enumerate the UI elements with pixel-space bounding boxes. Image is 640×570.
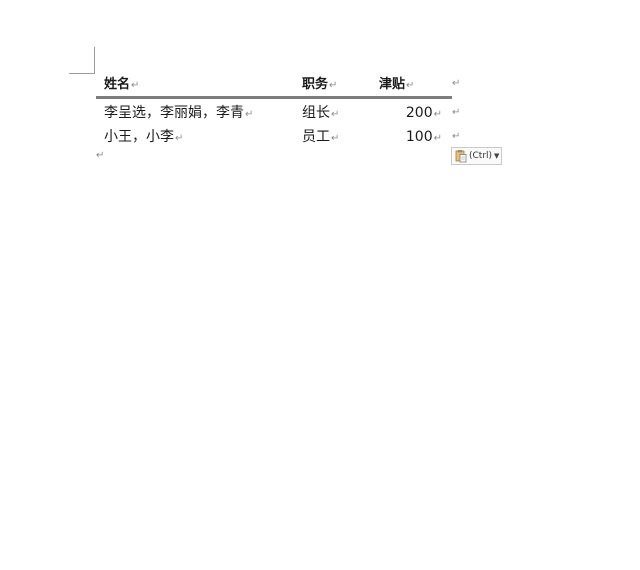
header-label-allowance: 津贴 [379,77,406,92]
cell-text: 100 [405,129,433,145]
paragraph-mark: ↵ [96,150,105,161]
paste-options-label: (Ctrl) [469,151,493,161]
cell-text: 200 [405,105,433,121]
row-end-mark: ↵ [452,131,461,142]
clipboard-paste-icon [455,149,467,163]
cell-text: 员工 [302,129,330,145]
cell-allowance[interactable]: 200↵ [406,101,442,127]
header-label-name: 姓名 [104,77,131,92]
page-corner-mark-vertical [94,47,95,73]
header-cell-name[interactable]: 姓名↵ [104,74,139,97]
document-page[interactable]: 姓名↵ 职务↵ 津贴↵ ↵ 李呈选，李丽娟，李青↵ 组长↵ 200↵ ↵ 小王，… [0,0,640,570]
cell-role[interactable]: 员工↵ [302,125,339,151]
cell-name[interactable]: 小王，小李↵ [104,125,183,151]
cell-end-mark: ↵ [131,80,140,91]
cell-end-mark: ↵ [433,133,442,144]
cell-end-mark: ↵ [245,109,254,120]
dropdown-arrow-icon: ▼ [494,152,500,160]
header-label-role: 职务 [302,77,329,92]
header-cell-role[interactable]: 职务↵ [302,74,337,97]
cell-role[interactable]: 组长↵ [302,101,339,127]
table-header-rule-thick [96,97,452,99]
cell-text: 李呈选，李丽娟，李青 [104,105,244,121]
row-end-mark: ↵ [452,78,461,89]
table-row[interactable]: 小王，小李↵ 员工↵ 100↵ ↵ [96,125,460,151]
cell-end-mark: ↵ [329,80,338,91]
row-end-mark: ↵ [452,107,461,118]
cell-text: 小王，小李 [104,129,174,145]
cell-name[interactable]: 李呈选，李丽娟，李青↵ [104,101,253,127]
word-table[interactable]: 姓名↵ 职务↵ 津贴↵ ↵ 李呈选，李丽娟，李青↵ 组长↵ 200↵ ↵ 小王，… [96,74,460,151]
cell-end-mark: ↵ [175,133,184,144]
cell-end-mark: ↵ [406,80,415,91]
cell-end-mark: ↵ [331,133,340,144]
table-header-row[interactable]: 姓名↵ 职务↵ 津贴↵ ↵ [96,74,460,97]
cell-allowance[interactable]: 100↵ [406,125,442,151]
cell-text: 组长 [302,105,330,121]
cell-end-mark: ↵ [331,109,340,120]
table-row[interactable]: 李呈选，李丽娟，李青↵ 组长↵ 200↵ ↵ [96,101,460,127]
cell-end-mark: ↵ [433,109,442,120]
header-cell-allowance[interactable]: 津贴↵ [379,74,414,97]
paste-options-button[interactable]: (Ctrl) ▼ [451,147,502,165]
page-corner-mark-horizontal [69,73,95,74]
